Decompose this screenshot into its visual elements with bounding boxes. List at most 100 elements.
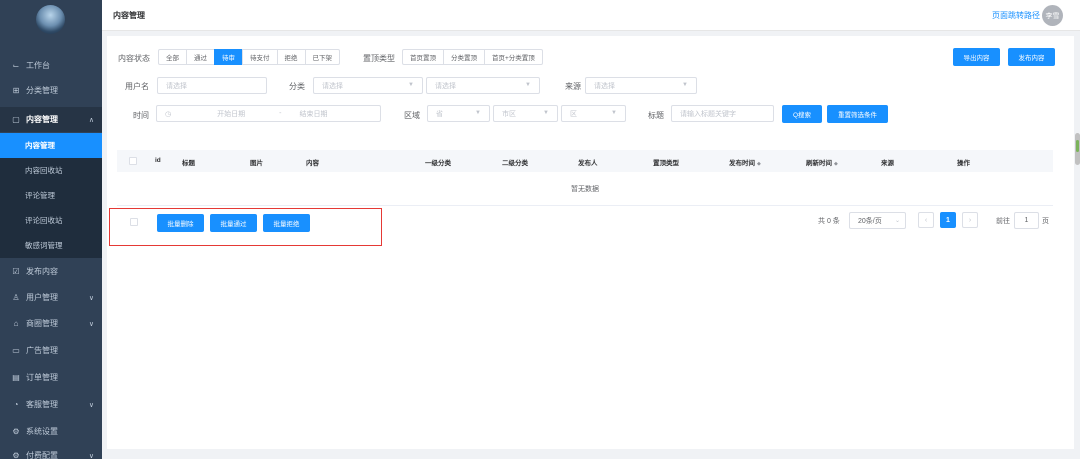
sidebar: ⌙ 工作台 ⊞ 分类管理 ▢ 内容管理 ∧ 内容管理 内容回收站 评论管理 评论… — [0, 0, 102, 459]
column-header-sortable[interactable]: 发布时间 ◆ — [729, 157, 761, 167]
district-placeholder: 区 — [570, 110, 577, 118]
source-select[interactable]: 请选择 ▼ — [585, 77, 697, 94]
prev-page-button[interactable]: ‹ — [918, 212, 934, 228]
username-label: 用户名 — [125, 82, 149, 91]
sidebar-subitem-content[interactable]: 内容管理 — [0, 133, 102, 158]
chevron-down-icon: ▼ — [611, 110, 617, 116]
top-category-button[interactable]: 分类置顶 — [443, 49, 485, 65]
top-header: 内容管理 页面跳转路径 李雪 — [102, 0, 1080, 31]
chevron-down-icon: ∨ — [88, 294, 94, 302]
sidebar-item-orders[interactable]: ▤ 订单管理 — [0, 365, 102, 390]
sidebar-item-users[interactable]: ♙ 用户管理 ∨ — [0, 285, 102, 310]
category-label: 分类 — [289, 82, 305, 91]
title-search-input[interactable]: 请输入标题关键字 — [671, 105, 774, 122]
sidebar-item-ads[interactable]: ▭ 广告管理 — [0, 338, 102, 363]
empty-state: 暂无数据 — [117, 172, 1053, 206]
city-select[interactable]: 市区 ▼ — [493, 105, 558, 122]
next-page-button[interactable]: › — [962, 212, 978, 228]
sidebar-item-workbench[interactable]: ⌙ 工作台 — [0, 53, 102, 78]
category-select-1[interactable]: 请选择 ▼ — [313, 77, 423, 94]
column-header: 内容 — [306, 160, 319, 167]
sidebar-item-label: 客服管理 — [26, 400, 58, 409]
service-icon: ◔ — [13, 400, 19, 409]
sidebar-item-label: 工作台 — [26, 61, 50, 70]
chevron-down-icon: ▼ — [543, 110, 549, 116]
avatar[interactable]: 李雪 — [1042, 5, 1063, 26]
payment-icon: ⚙ — [12, 451, 20, 459]
sidebar-item-publish[interactable]: ☑ 发布内容 — [0, 259, 102, 284]
chevron-down-icon: ▼ — [525, 82, 531, 88]
district-select[interactable]: 区 ▼ — [561, 105, 626, 122]
goto-page-input[interactable]: 1 — [1014, 212, 1039, 229]
category-select-2[interactable]: 请选择 ▼ — [426, 77, 540, 94]
sidebar-subitem-recycle[interactable]: 内容回收站 — [0, 158, 102, 183]
column-header: 标题 — [182, 160, 195, 167]
settings-icon: ⚙ — [12, 427, 20, 436]
scrollbar-marker — [1076, 140, 1079, 152]
status-all-button[interactable]: 全部 — [158, 49, 187, 65]
sidebar-item-service[interactable]: ◔ 客服管理 ∨ — [0, 392, 102, 417]
publish-button[interactable]: 发布内容 — [1008, 48, 1055, 66]
city-placeholder: 市区 — [502, 110, 516, 118]
chevron-down-icon: ∨ — [88, 401, 94, 409]
page-size-value: 20条/页 — [858, 217, 882, 225]
sidebar-item-label: 分类管理 — [26, 86, 58, 95]
status-unpaid-button[interactable]: 待支付 — [242, 49, 278, 65]
chevron-down-icon: ∨ — [88, 452, 94, 459]
page-path-link[interactable]: 页面跳转路径 — [992, 10, 1040, 21]
status-pending-button[interactable]: 待审 — [214, 49, 243, 65]
reset-filters-button[interactable]: 重置筛选条件 — [827, 105, 888, 123]
column-header: 置顶类型 — [653, 160, 679, 167]
export-button[interactable]: 导出内容 — [953, 48, 1000, 66]
ad-icon: ▭ — [12, 346, 20, 355]
search-button[interactable]: Q搜索 — [782, 105, 822, 123]
status-rejected-button[interactable]: 拒绝 — [276, 49, 306, 65]
shop-icon: ⌂ — [13, 319, 19, 328]
chevron-down-icon: ⌄ — [894, 218, 900, 224]
region-label: 区域 — [404, 111, 420, 120]
sidebar-item-shops[interactable]: ⌂ 商圈管理 ∨ — [0, 311, 102, 336]
chevron-down-icon: ▼ — [475, 110, 481, 116]
category-placeholder-1: 请选择 — [322, 82, 343, 90]
page-suffix: 页 — [1042, 218, 1049, 225]
date-range-picker[interactable]: ◷ 开始日期 - 结束日期 — [156, 105, 381, 122]
sidebar-item-settings[interactable]: ⚙ 系统设置 — [0, 419, 102, 444]
highlight-box — [109, 208, 382, 246]
sidebar-subitem-comment-recycle[interactable]: 评论回收站 — [0, 208, 102, 233]
province-select[interactable]: 省 ▼ — [427, 105, 490, 122]
sidebar-item-category[interactable]: ⊞ 分类管理 — [0, 78, 102, 103]
top-type-segment: 首页置顶 分类置顶 首页+分类置顶 — [402, 49, 543, 65]
start-date: 开始日期 — [217, 110, 246, 118]
column-header: 来源 — [881, 160, 894, 167]
column-header: id — [155, 157, 161, 164]
sidebar-item-label: 订单管理 — [26, 373, 58, 382]
document-icon: ▢ — [12, 115, 20, 124]
sidebar-item-label: 系统设置 — [26, 427, 58, 436]
sidebar-item-label: 付费配置 — [26, 451, 58, 459]
sidebar-item-label: 广告管理 — [26, 346, 58, 355]
goto-page-value: 1 — [1024, 217, 1029, 224]
status-approved-button[interactable]: 通过 — [186, 49, 215, 65]
column-header-label: 发布时间 — [729, 160, 755, 167]
column-header: 图片 — [250, 160, 263, 167]
select-all-checkbox[interactable] — [129, 157, 137, 165]
column-header: 发布人 — [578, 160, 598, 167]
username-placeholder: 请选择 — [166, 82, 187, 90]
column-header-sortable[interactable]: 刷新时间 ◆ — [806, 157, 838, 167]
sort-icon: ◆ — [834, 161, 838, 167]
source-label: 来源 — [565, 82, 581, 91]
top-home-category-button[interactable]: 首页+分类置顶 — [484, 49, 543, 65]
column-header: 一级分类 — [425, 160, 451, 167]
sidebar-subitem-sensitive-words[interactable]: 敏感词管理 — [0, 233, 102, 258]
sidebar-subitem-comments[interactable]: 评论管理 — [0, 183, 102, 208]
status-offline-button[interactable]: 已下架 — [304, 49, 340, 65]
username-select[interactable]: 请选择 — [157, 77, 267, 94]
sidebar-item-payment[interactable]: ⚙ 付费配置 ∨ — [0, 443, 102, 459]
page-number-button[interactable]: 1 — [940, 212, 956, 228]
page-size-select[interactable]: 20条/页 ⌄ — [849, 212, 906, 229]
end-date: 结束日期 — [299, 110, 328, 118]
dashboard-icon: ⌙ — [12, 61, 20, 70]
sidebar-item-label: 商圈管理 — [26, 319, 58, 328]
top-home-button[interactable]: 首页置顶 — [402, 49, 444, 65]
sidebar-item-content[interactable]: ▢ 内容管理 ∧ — [0, 107, 102, 132]
